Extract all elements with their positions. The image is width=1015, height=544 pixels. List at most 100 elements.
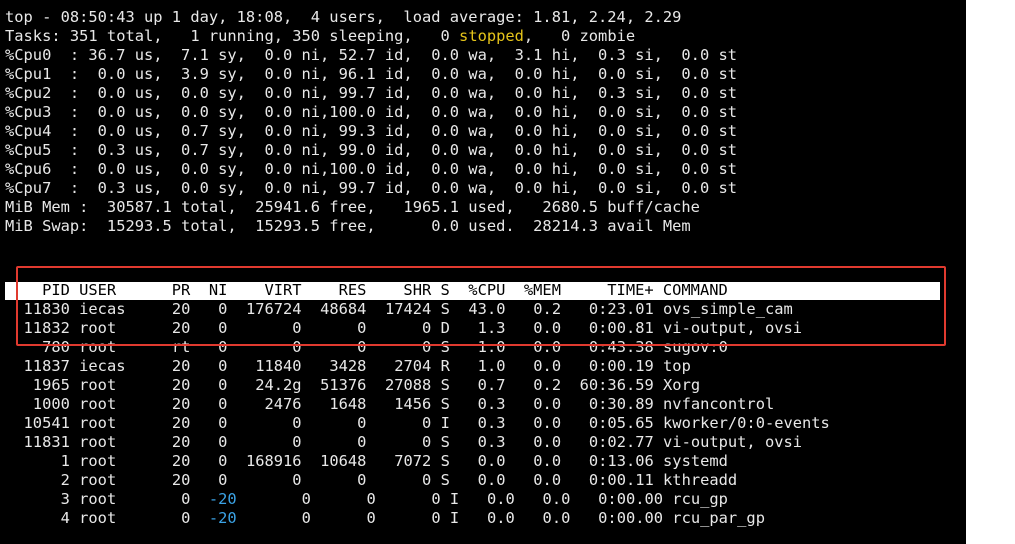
process-user-cell: root — [79, 376, 172, 394]
process-pr-cell: 20 — [171, 395, 209, 413]
process-s-cell: S — [440, 376, 460, 394]
process-shr-cell: 7072 — [375, 452, 441, 470]
process-cpu-cell: 0.3 — [459, 433, 515, 451]
process-user-cell: root — [79, 452, 172, 470]
process-virt-cell: 11840 — [236, 357, 311, 375]
process-shr-cell: 27088 — [375, 376, 441, 394]
process-command-cell: kthreadd — [663, 471, 738, 489]
process-res-cell: 51376 — [310, 376, 376, 394]
process-cpu-cell: 0.7 — [459, 376, 515, 394]
process-time-cell: 0:00.00 — [579, 490, 673, 508]
process-ni-cell: 0 — [208, 357, 237, 375]
process-user-cell: root — [79, 395, 172, 413]
process-command-cell: Xorg — [663, 376, 701, 394]
process-time-cell: 0:00.19 — [570, 357, 664, 375]
process-user-cell: root — [79, 509, 172, 527]
process-mem-cell: 0.0 — [514, 452, 571, 470]
process-res-cell: 0 — [310, 414, 376, 432]
process-time-cell: 0:02.77 — [570, 433, 664, 451]
process-shr-cell: 2704 — [375, 357, 441, 375]
process-shr-cell: 0 — [384, 490, 450, 508]
swap-line: MiB Swap: 15293.5 total, 15293.5 free, 0… — [5, 217, 691, 235]
process-res-cell: 0 — [320, 490, 385, 508]
process-cpu-cell: 0.0 — [459, 452, 515, 470]
process-s-cell: S — [440, 452, 460, 470]
process-ni-cell: -20 — [208, 490, 246, 508]
process-row: 11837 iecas 20 0 11840 3428 2704 R 1.0 0… — [5, 357, 691, 376]
process-row: 1 root 20 0 168916 10648 7072 S 0.0 0.0 … — [5, 452, 728, 471]
process-shr-cell: 0 — [375, 433, 441, 451]
process-ni-cell: 0 — [208, 471, 237, 489]
process-res-cell: 0 — [310, 471, 376, 489]
process-virt-cell: 0 — [236, 471, 311, 489]
process-row: 1965 root 20 0 24.2g 51376 27088 S 0.7 0… — [5, 376, 700, 395]
process-pid-cell: 3 — [5, 490, 80, 508]
process-row: 11831 root 20 0 0 0 0 S 0.3 0.0 0:02.77 … — [5, 433, 803, 452]
process-virt-cell: 168916 — [236, 452, 311, 470]
process-mem-cell: 0.0 — [524, 509, 580, 527]
process-user-cell: root — [79, 471, 172, 489]
cpu4-line: %Cpu4 : 0.0 us, 0.7 sy, 0.0 ni, 99.3 id,… — [5, 122, 738, 140]
process-pr-cell: 0 — [171, 490, 209, 508]
process-command-cell: nvfancontrol — [663, 395, 775, 413]
process-pid-cell: 11831 — [5, 433, 80, 451]
process-row: 4 root 0 -20 0 0 0 I 0.0 0.0 0:00.00 rcu… — [5, 509, 765, 528]
tasks-prefix: Tasks: 351 total, 1 running, 350 sleepin… — [5, 27, 460, 45]
process-time-cell: 60:36.59 — [570, 376, 664, 394]
process-mem-cell: 0.0 — [514, 433, 571, 451]
process-virt-cell: 0 — [236, 414, 311, 432]
process-pid-cell: 4 — [5, 509, 80, 527]
process-res-cell: 0 — [310, 433, 376, 451]
process-pr-cell: 20 — [171, 376, 209, 394]
process-s-cell: I — [449, 509, 469, 527]
process-cpu-cell: 0.0 — [459, 471, 515, 489]
process-pid-cell: 2 — [5, 471, 80, 489]
process-mem-cell: 0.2 — [514, 376, 571, 394]
process-pr-cell: 20 — [171, 414, 209, 432]
process-mem-cell: 0.0 — [514, 395, 571, 413]
process-time-cell: 0:05.65 — [570, 414, 664, 432]
cpu6-line: %Cpu6 : 0.0 us, 0.0 sy, 0.0 ni,100.0 id,… — [5, 160, 738, 178]
process-cpu-cell: 0.3 — [459, 395, 515, 413]
cpu0-line: %Cpu0 : 36.7 us, 7.1 sy, 0.0 ni, 52.7 id… — [5, 46, 738, 64]
process-s-cell: I — [449, 490, 469, 508]
tasks-line: Tasks: 351 total, 1 running, 350 sleepin… — [5, 27, 635, 46]
process-mem-cell: 0.0 — [524, 490, 580, 508]
cpu1-line: %Cpu1 : 0.0 us, 3.9 sy, 0.0 ni, 96.1 id,… — [5, 65, 738, 83]
process-ni-cell: -20 — [208, 509, 246, 527]
process-row: 1000 root 20 0 2476 1648 1456 S 0.3 0.0 … — [5, 395, 774, 414]
process-pid-cell: 1000 — [5, 395, 80, 413]
uptime-line: top - 08:50:43 up 1 day, 18:08, 4 users,… — [5, 8, 682, 26]
process-ni-cell: 0 — [208, 414, 237, 432]
process-ni-cell: 0 — [208, 395, 237, 413]
process-pr-cell: 20 — [171, 471, 209, 489]
process-s-cell: S — [440, 433, 460, 451]
process-s-cell: S — [440, 395, 460, 413]
process-res-cell: 1648 — [310, 395, 376, 413]
process-time-cell: 0:13.06 — [570, 452, 664, 470]
process-ni-cell: 0 — [208, 376, 237, 394]
process-cpu-cell: 0.3 — [459, 414, 515, 432]
process-mem-cell: 0.0 — [514, 471, 571, 489]
process-mem-cell: 0.0 — [514, 414, 571, 432]
process-s-cell: I — [440, 414, 460, 432]
process-user-cell: iecas — [79, 357, 172, 375]
process-pid-cell: 1 — [5, 452, 80, 470]
process-res-cell: 3428 — [310, 357, 376, 375]
cpu2-line: %Cpu2 : 0.0 us, 0.0 sy, 0.0 ni, 99.7 id,… — [5, 84, 738, 102]
terminal-window[interactable]: top - 08:50:43 up 1 day, 18:08, 4 users,… — [0, 0, 966, 544]
process-time-cell: 0:30.89 — [570, 395, 664, 413]
tasks-stopped-label: stopped — [459, 27, 524, 45]
process-row: 3 root 0 -20 0 0 0 I 0.0 0.0 0:00.00 rcu… — [5, 490, 728, 509]
process-command-cell: rcu_par_gp — [672, 509, 765, 527]
process-pid-cell: 11837 — [5, 357, 80, 375]
cpu7-line: %Cpu7 : 0.3 us, 0.0 sy, 0.0 ni, 99.7 id,… — [5, 179, 738, 197]
process-virt-cell: 0 — [245, 490, 321, 508]
process-time-cell: 0:00.00 — [579, 509, 673, 527]
process-shr-cell: 0 — [384, 509, 450, 527]
process-command-cell: kworker/0:0-events — [663, 414, 830, 432]
process-virt-cell: 24.2g — [236, 376, 311, 394]
page-margin — [966, 0, 1015, 544]
cpu5-line: %Cpu5 : 0.3 us, 0.7 sy, 0.0 ni, 99.0 id,… — [5, 141, 738, 159]
process-command-cell: top — [663, 357, 691, 375]
